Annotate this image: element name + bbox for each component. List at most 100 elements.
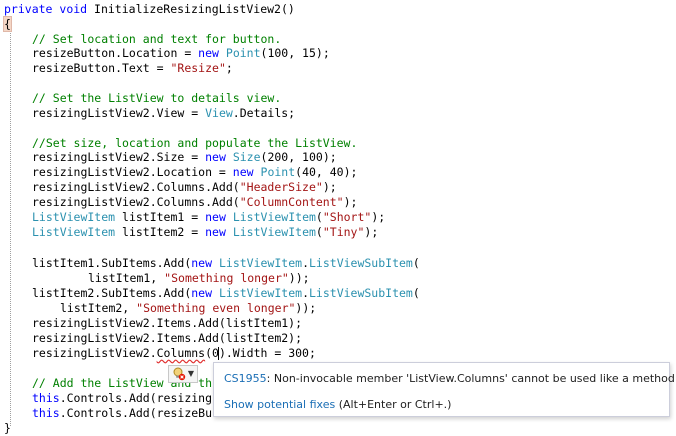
code-line-12[interactable]: resizingListView2.Location = new Point(4… — [32, 165, 357, 180]
lightbulb-error-icon — [173, 367, 186, 381]
code-line-22[interactable]: resizingListView2.Items.Add(listItem1); — [32, 316, 302, 331]
method-signature: InitializeResizingListView2() — [87, 2, 295, 16]
keyword-new: new — [191, 256, 213, 270]
code-line-14[interactable]: resizingListView2.Columns.Add("ColumnCon… — [32, 195, 357, 210]
code-line-20[interactable]: listItem2.SubItems.Add(new ListViewItem.… — [32, 286, 420, 301]
code-line-13[interactable]: resizingListView2.Columns.Add("HeaderSiz… — [32, 180, 337, 195]
code-line-28[interactable]: this.Controls.Add(resizeBu — [32, 406, 212, 421]
code-text: resizingListView2. — [32, 346, 157, 360]
code-editor[interactable]: private void InitializeResizingListView2… — [0, 0, 676, 436]
code-text: ).Width = 300; — [218, 346, 316, 360]
code-line-7[interactable]: // Set the ListView to details view. — [32, 91, 281, 106]
code-text: resizingListView2.Location = — [32, 165, 233, 179]
show-potential-fixes-link[interactable]: Show potential fixes — [224, 398, 335, 411]
code-text: resizeButton.Location = — [32, 46, 199, 60]
code-text: ); — [371, 210, 386, 224]
code-line-23[interactable]: resizingListView2.Items.Add(listItem2); — [32, 331, 302, 346]
keyword-this: this — [32, 406, 60, 420]
type-name: ListViewItem — [218, 286, 303, 300]
type-name: ListViewItem — [218, 256, 303, 270]
code-text: ( — [315, 210, 323, 224]
code-text: resizingListView2.View = — [32, 106, 206, 120]
code-text: listItem2.SubItems.Add( — [32, 286, 192, 300]
tooltip-message-row: CS1955: Non-invocable member 'ListView.C… — [224, 372, 676, 385]
string-literal: "Something longer" — [164, 271, 289, 285]
code-line-10[interactable]: //Set size, location and populate the Li… — [32, 136, 357, 151]
code-line-5[interactable]: resizeButton.Text = "Resize"; — [32, 61, 233, 76]
fix-shortcut-hint: (Alt+Enter or Ctrl+.) — [335, 398, 452, 411]
type-name: ListViewItem — [32, 210, 116, 224]
type-name: ListViewItem — [232, 210, 316, 224]
code-text: . — [302, 286, 309, 300]
keyword-this: this — [32, 391, 60, 405]
code-text: ); — [364, 225, 379, 239]
code-line-27[interactable]: this.Controls.Add(resizing — [32, 391, 212, 406]
keyword-private: private — [4, 2, 53, 16]
keyword-new: new — [205, 225, 226, 239]
code-text: resizingListView2.Columns.Add( — [32, 195, 240, 209]
error-message: : Non-invocable member 'ListView.Columns… — [266, 372, 676, 385]
code-line-close[interactable]: } — [4, 421, 11, 436]
type-name: ListViewItem — [232, 225, 316, 239]
code-line-19[interactable]: listItem1, "Something longer")); — [88, 271, 310, 286]
code-text: (40, 40); — [295, 165, 358, 179]
code-line-24[interactable]: resizingListView2.Columns(0).Width = 300… — [32, 346, 316, 361]
code-line-15[interactable]: ListViewItem listItem1 = new ListViewIte… — [32, 210, 385, 225]
type-name: Point — [260, 165, 296, 179]
type-name: ListViewSubItem — [309, 256, 413, 270]
code-line-8[interactable]: resizingListView2.View = View.Details; — [32, 106, 295, 121]
code-text: resizeButton.Text = — [32, 61, 171, 75]
close-brace: } — [4, 421, 11, 435]
code-line-18[interactable]: listItem1.SubItems.Add(new ListViewItem.… — [32, 256, 420, 271]
code-text: ); — [343, 195, 358, 209]
keyword-new: new — [191, 286, 213, 300]
open-brace: { — [3, 16, 12, 32]
code-text: listItem2 = — [115, 225, 206, 239]
string-literal: "ColumnContent" — [239, 195, 344, 209]
type-name: Point — [225, 46, 261, 60]
code-text: .Details; — [232, 106, 296, 120]
type-name: ListViewItem — [32, 225, 116, 239]
error-tooltip: CS1955: Non-invocable member 'ListView.C… — [213, 362, 676, 417]
string-literal: "Short" — [322, 210, 372, 224]
code-text: listItem1, — [88, 271, 165, 285]
code-text: . — [302, 256, 309, 270]
code-line-3[interactable]: // Set location and text for button. — [32, 32, 281, 47]
error-squiggle-columns[interactable]: Columns — [157, 346, 205, 360]
quick-actions-lightbulb[interactable]: ▼ — [168, 365, 198, 383]
tooltip-fixes-row: Show potential fixes (Alt+Enter or Ctrl+… — [224, 398, 451, 411]
error-code-link[interactable]: CS1955 — [224, 372, 267, 385]
code-text: )); — [288, 271, 310, 285]
indent-guide — [10, 30, 11, 426]
code-line-11[interactable]: resizingListView2.Size = new Size(200, 1… — [32, 150, 337, 165]
code-text: ( — [412, 286, 420, 300]
code-text: ; — [225, 61, 233, 75]
code-text: resizingListView2.Size = — [32, 150, 206, 164]
code-text: ( — [412, 256, 420, 270]
string-literal: "Tiny" — [322, 225, 365, 239]
keyword-new: new — [198, 46, 219, 60]
code-line-4[interactable]: resizeButton.Location = new Point(100, 1… — [32, 46, 330, 61]
code-line-16[interactable]: ListViewItem listItem2 = new ListViewIte… — [32, 225, 378, 240]
keyword-new: new — [205, 150, 226, 164]
code-text: listItem1 = — [115, 210, 206, 224]
string-literal: "Resize" — [170, 61, 226, 75]
type-name: ListViewSubItem — [309, 286, 413, 300]
type-name: View — [205, 106, 233, 120]
code-text: ( — [315, 225, 323, 239]
code-line-1[interactable]: private void InitializeResizingListView2… — [4, 2, 295, 17]
code-text: resizingListView2.Columns.Add( — [32, 180, 240, 194]
keyword-new: new — [205, 210, 226, 224]
code-line-21[interactable]: listItem2, "Something even longer")); — [60, 301, 316, 316]
code-text: listItem1.SubItems.Add( — [32, 256, 192, 270]
code-line-2[interactable]: { — [3, 16, 12, 32]
keyword-void: void — [59, 2, 88, 16]
code-text: listItem2, — [60, 301, 137, 315]
string-literal: "Something even longer" — [136, 301, 296, 315]
chevron-down-icon[interactable]: ▼ — [188, 370, 194, 378]
code-text: (200, 100); — [260, 150, 337, 164]
type-name: Size — [232, 150, 261, 164]
keyword-new: new — [232, 165, 254, 179]
string-literal: "HeaderSize" — [239, 180, 323, 194]
code-text: (0 — [205, 346, 219, 360]
